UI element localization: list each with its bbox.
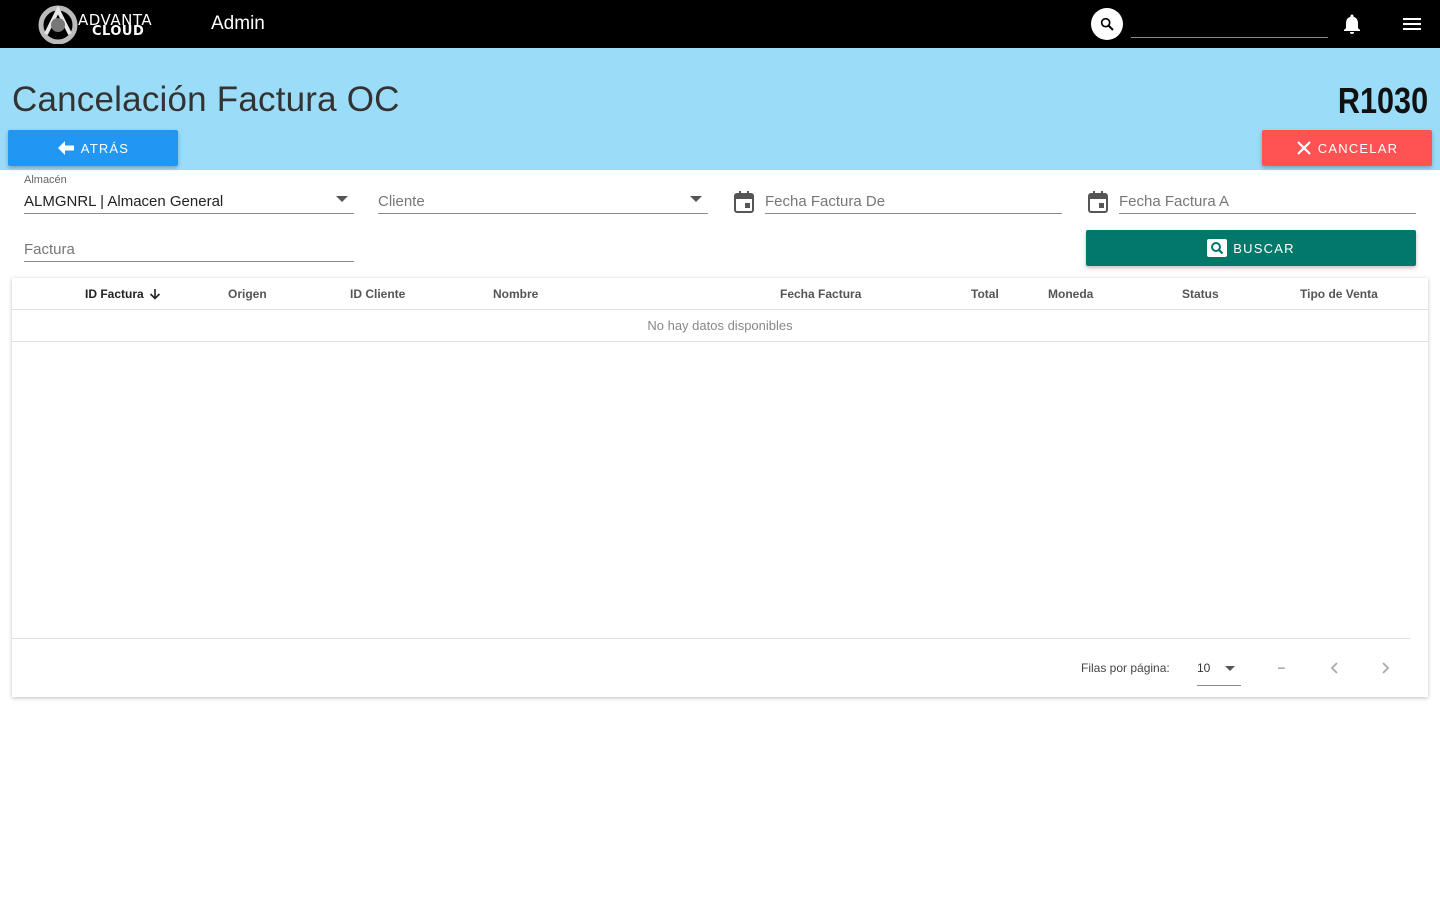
search-submit-label: BUSCAR bbox=[1233, 240, 1295, 256]
arrow-down-icon bbox=[149, 289, 161, 300]
back-button-label: ATRÁS bbox=[80, 140, 130, 156]
factura-field[interactable]: Factura bbox=[24, 218, 354, 262]
search-button[interactable] bbox=[1091, 8, 1123, 40]
logo-mark-icon bbox=[38, 5, 78, 44]
table-footer-divider bbox=[12, 638, 1410, 639]
column-header-id-cliente[interactable]: ID Cliente bbox=[350, 287, 405, 301]
factura-placeholder: Factura bbox=[24, 241, 75, 258]
table-header: ID Factura Origen ID Cliente Nombre Fech… bbox=[12, 278, 1428, 310]
column-header-moneda[interactable]: Moneda bbox=[1048, 287, 1093, 301]
menu-icon[interactable] bbox=[1400, 12, 1424, 36]
cliente-select[interactable]: Cliente bbox=[378, 170, 708, 214]
cancel-button-label: CANCELAR bbox=[1317, 140, 1399, 156]
column-header-status[interactable]: Status bbox=[1182, 287, 1219, 301]
logo[interactable]: ADVANTA CLOUD bbox=[36, 4, 160, 44]
chevron-down-icon bbox=[336, 196, 348, 202]
rows-per-page-label: Filas por página: bbox=[1081, 661, 1170, 675]
fecha-factura-de-field[interactable]: Fecha Factura De bbox=[765, 170, 1062, 214]
logo-subtext: CLOUD bbox=[92, 24, 145, 39]
cliente-placeholder: Cliente bbox=[378, 193, 425, 210]
almacen-label: Almacén bbox=[24, 174, 67, 186]
global-search-input[interactable] bbox=[1131, 10, 1328, 38]
column-header-tipo-de-venta[interactable]: Tipo de Venta bbox=[1300, 287, 1378, 301]
column-header-origen[interactable]: Origen bbox=[228, 287, 267, 301]
search-icon bbox=[1100, 17, 1114, 31]
invoice-table: ID Factura Origen ID Cliente Nombre Fech… bbox=[12, 278, 1428, 697]
chevron-right-icon bbox=[1382, 662, 1390, 674]
top-app-bar: ADVANTA CLOUD Admin bbox=[0, 0, 1440, 48]
empty-state-row: No hay datos disponibles bbox=[12, 310, 1428, 342]
column-header-fecha-factura[interactable]: Fecha Factura bbox=[780, 287, 861, 301]
app-title: Admin bbox=[211, 13, 265, 34]
almacen-value: ALMGNRL | Almacen General bbox=[24, 193, 224, 210]
pagination-range: – bbox=[1278, 660, 1285, 674]
column-header-nombre[interactable]: Nombre bbox=[493, 287, 538, 301]
cancel-button[interactable]: CANCELAR bbox=[1262, 130, 1432, 166]
next-page-button[interactable] bbox=[1373, 656, 1397, 680]
column-header-total[interactable]: Total bbox=[971, 287, 999, 301]
almacen-select[interactable]: Almacén ALMGNRL | Almacen General bbox=[24, 170, 354, 214]
bell-icon[interactable] bbox=[1340, 12, 1364, 36]
page-title: Cancelación Factura OC bbox=[12, 80, 400, 119]
back-button[interactable]: ATRÁS bbox=[8, 130, 178, 166]
close-icon bbox=[1297, 141, 1311, 155]
chevron-down-icon bbox=[690, 196, 702, 202]
calendar-icon[interactable] bbox=[733, 190, 755, 214]
fecha-factura-a-field[interactable]: Fecha Factura A bbox=[1119, 170, 1416, 214]
chevron-left-icon bbox=[1330, 662, 1338, 674]
arrow-left-icon bbox=[57, 141, 74, 155]
column-header-id-factura[interactable]: ID Factura bbox=[85, 287, 161, 301]
search-submit-button[interactable]: BUSCAR bbox=[1086, 230, 1416, 266]
previous-page-button[interactable] bbox=[1323, 656, 1347, 680]
fecha-de-placeholder: Fecha Factura De bbox=[765, 193, 886, 210]
rows-per-page-value: 10 bbox=[1197, 661, 1211, 675]
fecha-a-placeholder: Fecha Factura A bbox=[1119, 193, 1230, 210]
rows-per-page-select[interactable]: 10 bbox=[1197, 656, 1241, 686]
magnify-icon bbox=[1207, 239, 1228, 257]
chevron-down-icon bbox=[1225, 666, 1235, 671]
page-code: R1030 bbox=[1337, 80, 1428, 121]
calendar-icon[interactable] bbox=[1087, 190, 1109, 214]
